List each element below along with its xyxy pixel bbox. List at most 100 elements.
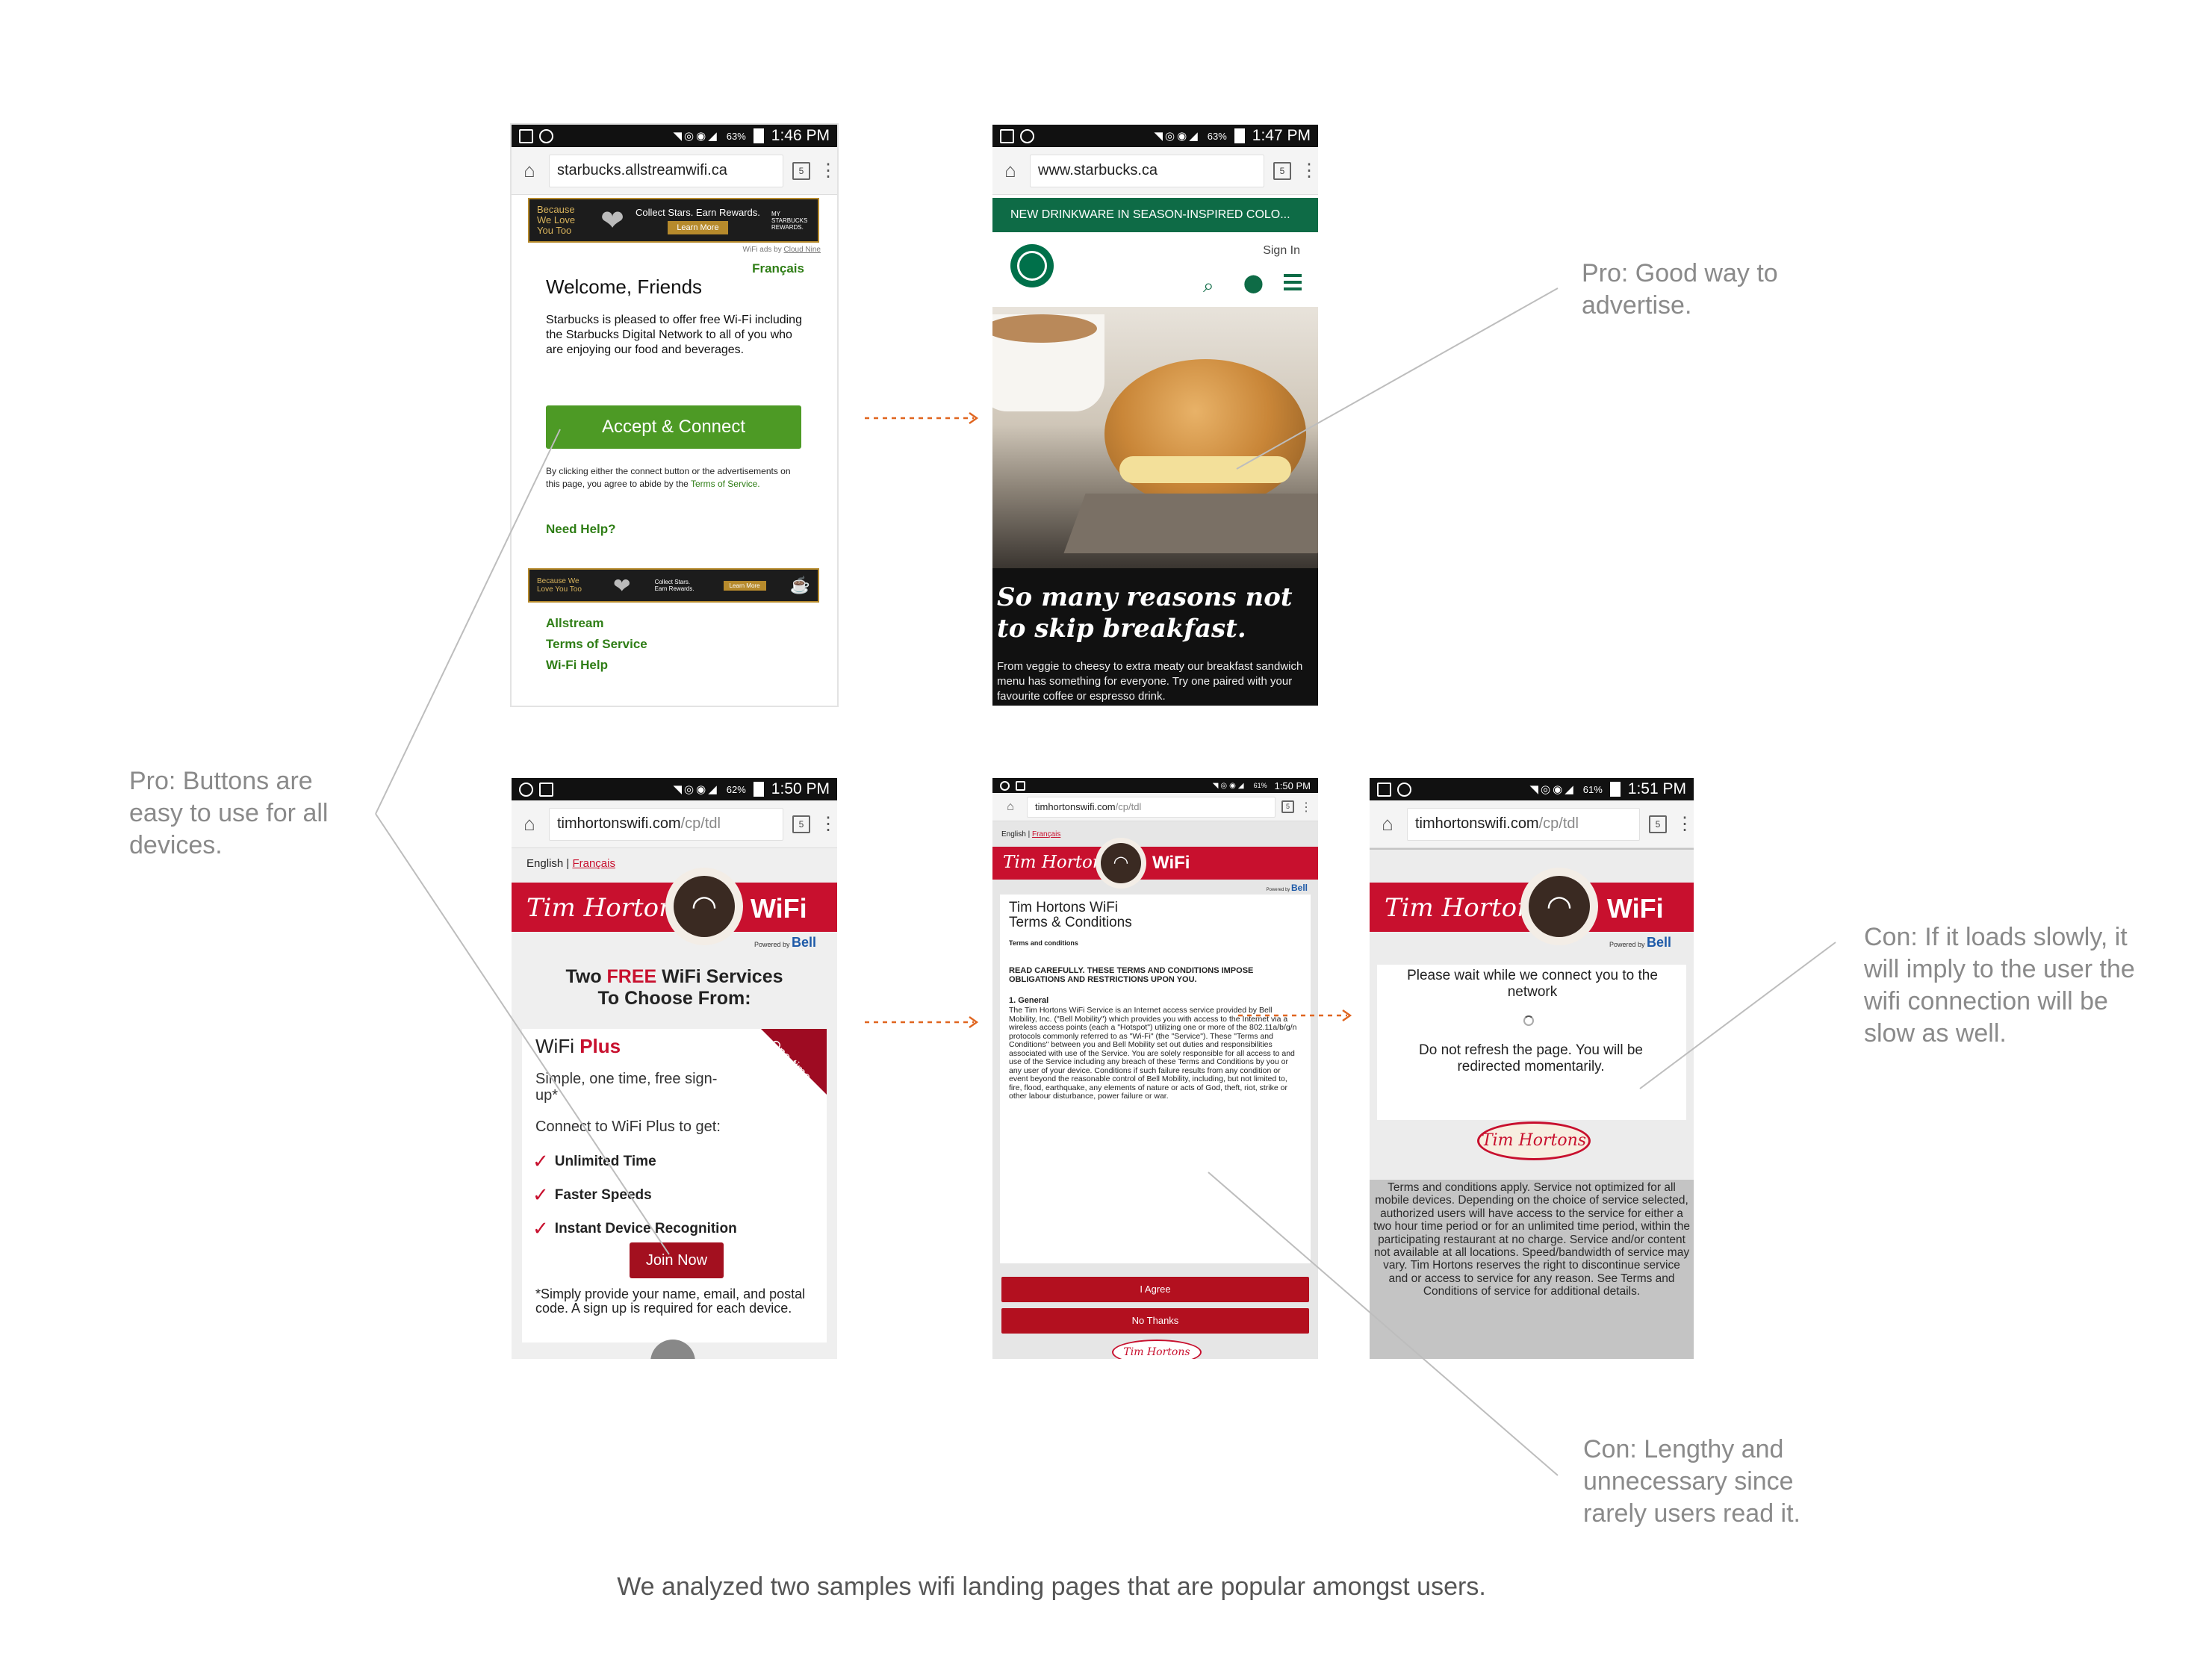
- home-icon[interactable]: ⌂: [519, 159, 540, 182]
- signal-icons: ◥◎◉◢: [1212, 781, 1246, 790]
- feature-item: ✓ Faster Speeds: [532, 1183, 737, 1207]
- language-separator: |: [566, 857, 570, 870]
- sandwich-bun: [1104, 359, 1306, 508]
- allstream-link[interactable]: Allstream: [546, 616, 647, 631]
- note-con-slow: Con: If it loads slowly, it will imply t…: [1864, 923, 2135, 1048]
- powered-by-label: Powered by: [754, 941, 790, 948]
- terms-link[interactable]: Terms of Service.: [691, 479, 760, 489]
- join-now-button[interactable]: Join Now: [630, 1242, 724, 1278]
- sign-in-link[interactable]: Sign In: [1263, 244, 1300, 258]
- banner2-left-text: Because We Love You Too: [537, 577, 582, 594]
- url-field[interactable]: www.starbucks.ca: [1030, 154, 1264, 187]
- hamburger-menu-icon[interactable]: [1284, 274, 1302, 290]
- banner2-button[interactable]: Learn More: [723, 580, 766, 591]
- overflow-menu-icon[interactable]: ⋮: [1300, 800, 1312, 815]
- image-notification-icon: [1000, 128, 1014, 143]
- screen-tim-hortons-connecting: ◥◎◉◢ 61% 1:51 PM ⌂ timhortonswifi.com/cp/t…: [1368, 777, 1695, 1360]
- francais-link[interactable]: Français: [572, 857, 615, 870]
- overflow-menu-icon[interactable]: ⋮: [819, 813, 837, 835]
- location-pin-icon[interactable]: ⬤: [1243, 273, 1264, 294]
- image-notification-icon: [519, 128, 533, 143]
- terms-of-service-link[interactable]: Terms of Service: [546, 637, 647, 652]
- note-pro-advertise: Pro: Good way to advertise.: [1582, 259, 1778, 320]
- heart-icon: ❤: [600, 205, 624, 237]
- url-field[interactable]: timhortonswifi.com/cp/tdl: [1407, 807, 1640, 841]
- refresh-message: Do not refresh the page. You will be red…: [1419, 1042, 1643, 1074]
- browser-bar: ⌂ timhortonswifi.com/cp/tdl 5 ⋮: [1370, 800, 1694, 848]
- scroll-handle[interactable]: [650, 1340, 695, 1359]
- ads-credit-label: WiFi ads by: [742, 246, 782, 254]
- connect-to-label: Connect to WiFi Plus to get:: [535, 1119, 721, 1135]
- hero-body: From veggie to cheesy to extra meaty our…: [997, 660, 1303, 703]
- plan-subtitle: Simple, one time, free sign-up*: [535, 1071, 718, 1104]
- francais-link[interactable]: Français: [752, 261, 804, 276]
- banner-middle-text: Collect Stars. Earn Rewards.: [636, 206, 760, 218]
- accept-connect-button[interactable]: Accept & Connect: [546, 405, 801, 449]
- agree-button[interactable]: I Agree: [1001, 1277, 1309, 1302]
- hero-headline: So many reasons not to skip breakfast.: [997, 582, 1293, 644]
- tabs-icon[interactable]: 5: [1649, 815, 1667, 833]
- wifi-coffee-cup-icon: ◠: [1096, 838, 1146, 889]
- status-bar: ◥◎◉◢ 63% 1:46 PM: [512, 125, 837, 147]
- tabs-icon[interactable]: 5: [792, 815, 810, 833]
- url-field[interactable]: starbucks.allstreamwifi.ca: [549, 154, 783, 187]
- tabs-icon[interactable]: 5: [792, 161, 810, 180]
- home-icon[interactable]: ⌂: [1000, 800, 1021, 814]
- overflow-menu-icon[interactable]: ⋮: [1300, 160, 1318, 181]
- overflow-menu-icon[interactable]: ⋮: [819, 160, 837, 181]
- english-link[interactable]: English: [1001, 830, 1026, 839]
- english-link[interactable]: English: [526, 857, 563, 870]
- cup-icon: ☕: [789, 576, 810, 594]
- battery-percent: 63%: [726, 130, 746, 142]
- url-field[interactable]: timhortonswifi.com/cp/tdl: [1027, 796, 1275, 818]
- legal-text: By clicking either the connect button or…: [546, 465, 800, 491]
- status-time: 1:47 PM: [1252, 127, 1311, 144]
- home-icon[interactable]: ⌂: [519, 812, 540, 836]
- overflow-menu-icon[interactable]: ⋮: [1676, 813, 1694, 835]
- rewards-ad-banner-2[interactable]: Because We Love You Too ❤ Collect Stars.…: [528, 568, 819, 603]
- plan-title-wifi: WiFi: [535, 1035, 580, 1057]
- terms-warning: READ CAREFULLY. THESE TERMS AND CONDITIO…: [1009, 966, 1254, 984]
- no-thanks-button[interactable]: No Thanks: [1001, 1308, 1309, 1334]
- screen-starbucks-portal: ◥◎◉◢ 63% 1:46 PM ⌂ starbucks.allstreamwifi…: [510, 123, 839, 707]
- learn-more-button[interactable]: Learn More: [668, 220, 728, 234]
- need-help-link[interactable]: Need Help?: [546, 522, 616, 537]
- circle-notification-icon: [1000, 780, 1010, 791]
- signal-icons: ◥◎◉◢: [1154, 130, 1200, 143]
- url-domain: timhortonswifi.com: [557, 815, 681, 832]
- battery-percent: 61%: [1582, 783, 1603, 795]
- tabs-icon[interactable]: 5: [1273, 161, 1291, 180]
- home-icon[interactable]: ⌂: [1000, 159, 1021, 182]
- wifi-help-link[interactable]: Wi-Fi Help: [546, 658, 647, 673]
- wifi-title: WiFi: [1607, 893, 1664, 924]
- url-text: www.starbucks.ca: [1038, 162, 1158, 178]
- home-icon[interactable]: ⌂: [1377, 812, 1398, 836]
- search-icon[interactable]: ⌕: [1203, 274, 1214, 298]
- ads-credit-brand[interactable]: Cloud Nine: [784, 246, 821, 254]
- feature-item: ✓ Instant Device Recognition: [532, 1217, 737, 1240]
- checkmark-icon: ✓: [532, 1150, 549, 1172]
- status-time: 1:50 PM: [771, 780, 830, 797]
- terms-panel[interactable]: Tim Hortons WiFi Terms & Conditions Term…: [1000, 895, 1311, 1263]
- status-bar: ◥◎◉◢ 61% 1:50 PM: [992, 778, 1318, 793]
- url-path: /cp/tdl: [1115, 801, 1142, 812]
- tim-hortons-logo: Tim Hortons: [1477, 1121, 1591, 1160]
- starbucks-logo[interactable]: [1010, 244, 1054, 287]
- francais-link[interactable]: Français: [1032, 830, 1060, 839]
- welcome-heading: Welcome, Friends: [546, 276, 703, 298]
- promo-strip[interactable]: NEW DRINKWARE IN SEASON-INSPIRED COLO...: [992, 198, 1318, 232]
- checkmark-icon: ✓: [532, 1183, 549, 1206]
- sandwich-egg: [1119, 456, 1291, 483]
- status-bar: ◥◎◉◢ 63% 1:47 PM: [992, 125, 1318, 147]
- flow-arrow-2: [865, 1016, 979, 1028]
- note-con-lengthy: Con: Lengthy and unnecessary since rarel…: [1583, 1435, 1800, 1528]
- url-field[interactable]: timhortonswifi.com/cp/tdl: [549, 807, 783, 841]
- flow-arrow-1: [865, 412, 979, 424]
- rewards-logo-text: MY STARBUCKS REWARDS.: [771, 210, 808, 231]
- battery-icon: [753, 128, 764, 143]
- rewards-ad-banner[interactable]: Because We Love You Too ❤ Collect Stars.…: [528, 198, 819, 243]
- status-bar: ◥◎◉◢ 62% 1:50 PM: [512, 778, 837, 800]
- tabs-icon[interactable]: 5: [1281, 800, 1294, 813]
- battery-icon: [1609, 782, 1621, 797]
- circle-notification-icon: [519, 782, 533, 797]
